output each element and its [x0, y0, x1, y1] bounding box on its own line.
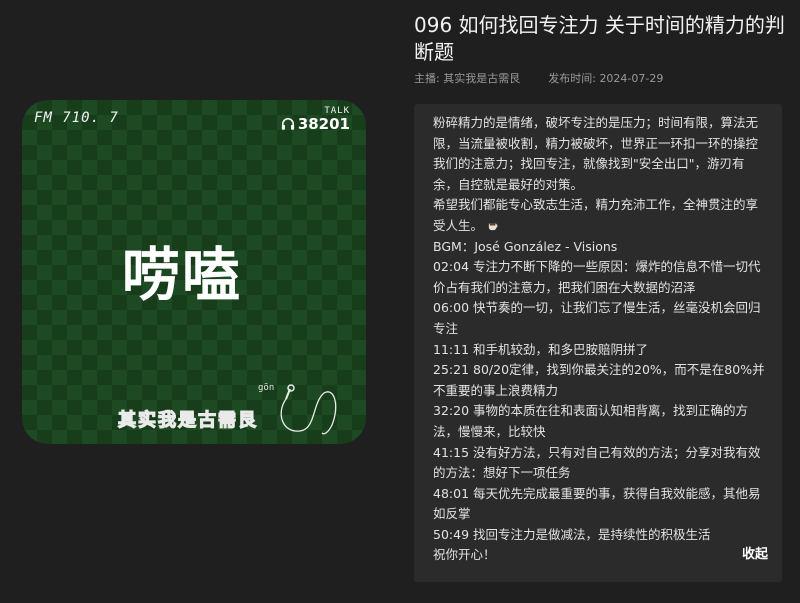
host-label: 主播:: [414, 72, 440, 85]
coffee-cup-icon: [488, 223, 498, 231]
description-bgm: BGM：José González - Visions: [433, 238, 618, 254]
description-paragraph: 粉碎精力的是情绪，破坏专注的是压力；时间有限，算法无限，当流量被收割，精力被破坏…: [433, 115, 759, 192]
timestamp-line: 25:21 80/20定律，找到你最关注的20%，而不是在80%并不重要的事上浪…: [433, 362, 765, 398]
cover-fm-label: FM 710. 7: [34, 110, 119, 126]
description-paragraph: 希望我们都能专心致志生活，精力充沛工作，全神贯注的享受人生。: [433, 195, 768, 236]
description-closing: 祝你开心！ 收起: [433, 545, 768, 566]
episode-meta: 主播: 其实我是古需艮 发布时间: 2024-07-29: [414, 70, 663, 86]
publish-date-label: 发布时间:: [548, 72, 596, 85]
publish-date: 2024-07-29: [599, 72, 664, 85]
timestamp-line: 02:04 专注力不断下降的一些原因：爆炸的信息不惜一切代价占有我们的注意力，把…: [433, 259, 761, 295]
cover-title: 唠嗑: [122, 241, 243, 309]
description-text: 希望我们都能专心致志生活，精力充沛工作，全神贯注的享受人生。: [433, 197, 759, 233]
episode-cover-art: FM 710. 7 TALK 38201 唠嗑 gōn 其实我是古需艮: [22, 100, 366, 444]
timestamp-line: 06:00 快节奏的一切，让我们忘了慢生活，丝毫没机会回归专注: [433, 300, 761, 336]
episode-title: 096 如何找回专注力 关于时间的精力的判断题: [414, 13, 785, 64]
headphones-icon: [281, 118, 294, 130]
cover-pinyin: gōn: [258, 383, 275, 393]
listen-count: 38201: [281, 115, 350, 133]
timestamp-line: 32:20 事物的本质在往和表面认知相背离，找到正确的方法，慢慢来，比较快: [433, 403, 748, 439]
podcast-episode-page: FM 710. 7 TALK 38201 唠嗑 gōn 其实我是古需艮 096 …: [0, 0, 800, 603]
closing-text: 祝你开心！: [433, 547, 496, 563]
publish-info: 发布时间: 2024-07-29: [548, 70, 663, 86]
host-info: 主播: 其实我是古需艮: [414, 70, 520, 86]
cover-host-name: 其实我是古需艮: [117, 409, 258, 431]
listen-count-value: 38201: [297, 115, 350, 133]
timestamp-line: 41:15 没有好方法，只有对自己有效的方法；分享对我有效的方法：想好下一项任务: [433, 444, 761, 481]
timestamp-line: 11:11 和手机较劲，和多巴胺赔阴拼了: [433, 341, 648, 357]
timestamp-line: 50:49 找回专注力是做减法，是持续性的积极生活: [433, 526, 711, 542]
timestamp-line: 48:01 每天优先完成最重要的事，获得自我效能感，其他易如反掌: [433, 485, 761, 522]
collapse-button[interactable]: 收起: [742, 545, 768, 566]
episode-description: 粉碎精力的是情绪，破坏专注的是压力；时间有限，算法无限，当流量被收割，精力被破坏…: [414, 104, 782, 582]
microphone-cord-icon: [280, 384, 337, 435]
host-name[interactable]: 其实我是古需艮: [443, 72, 520, 85]
